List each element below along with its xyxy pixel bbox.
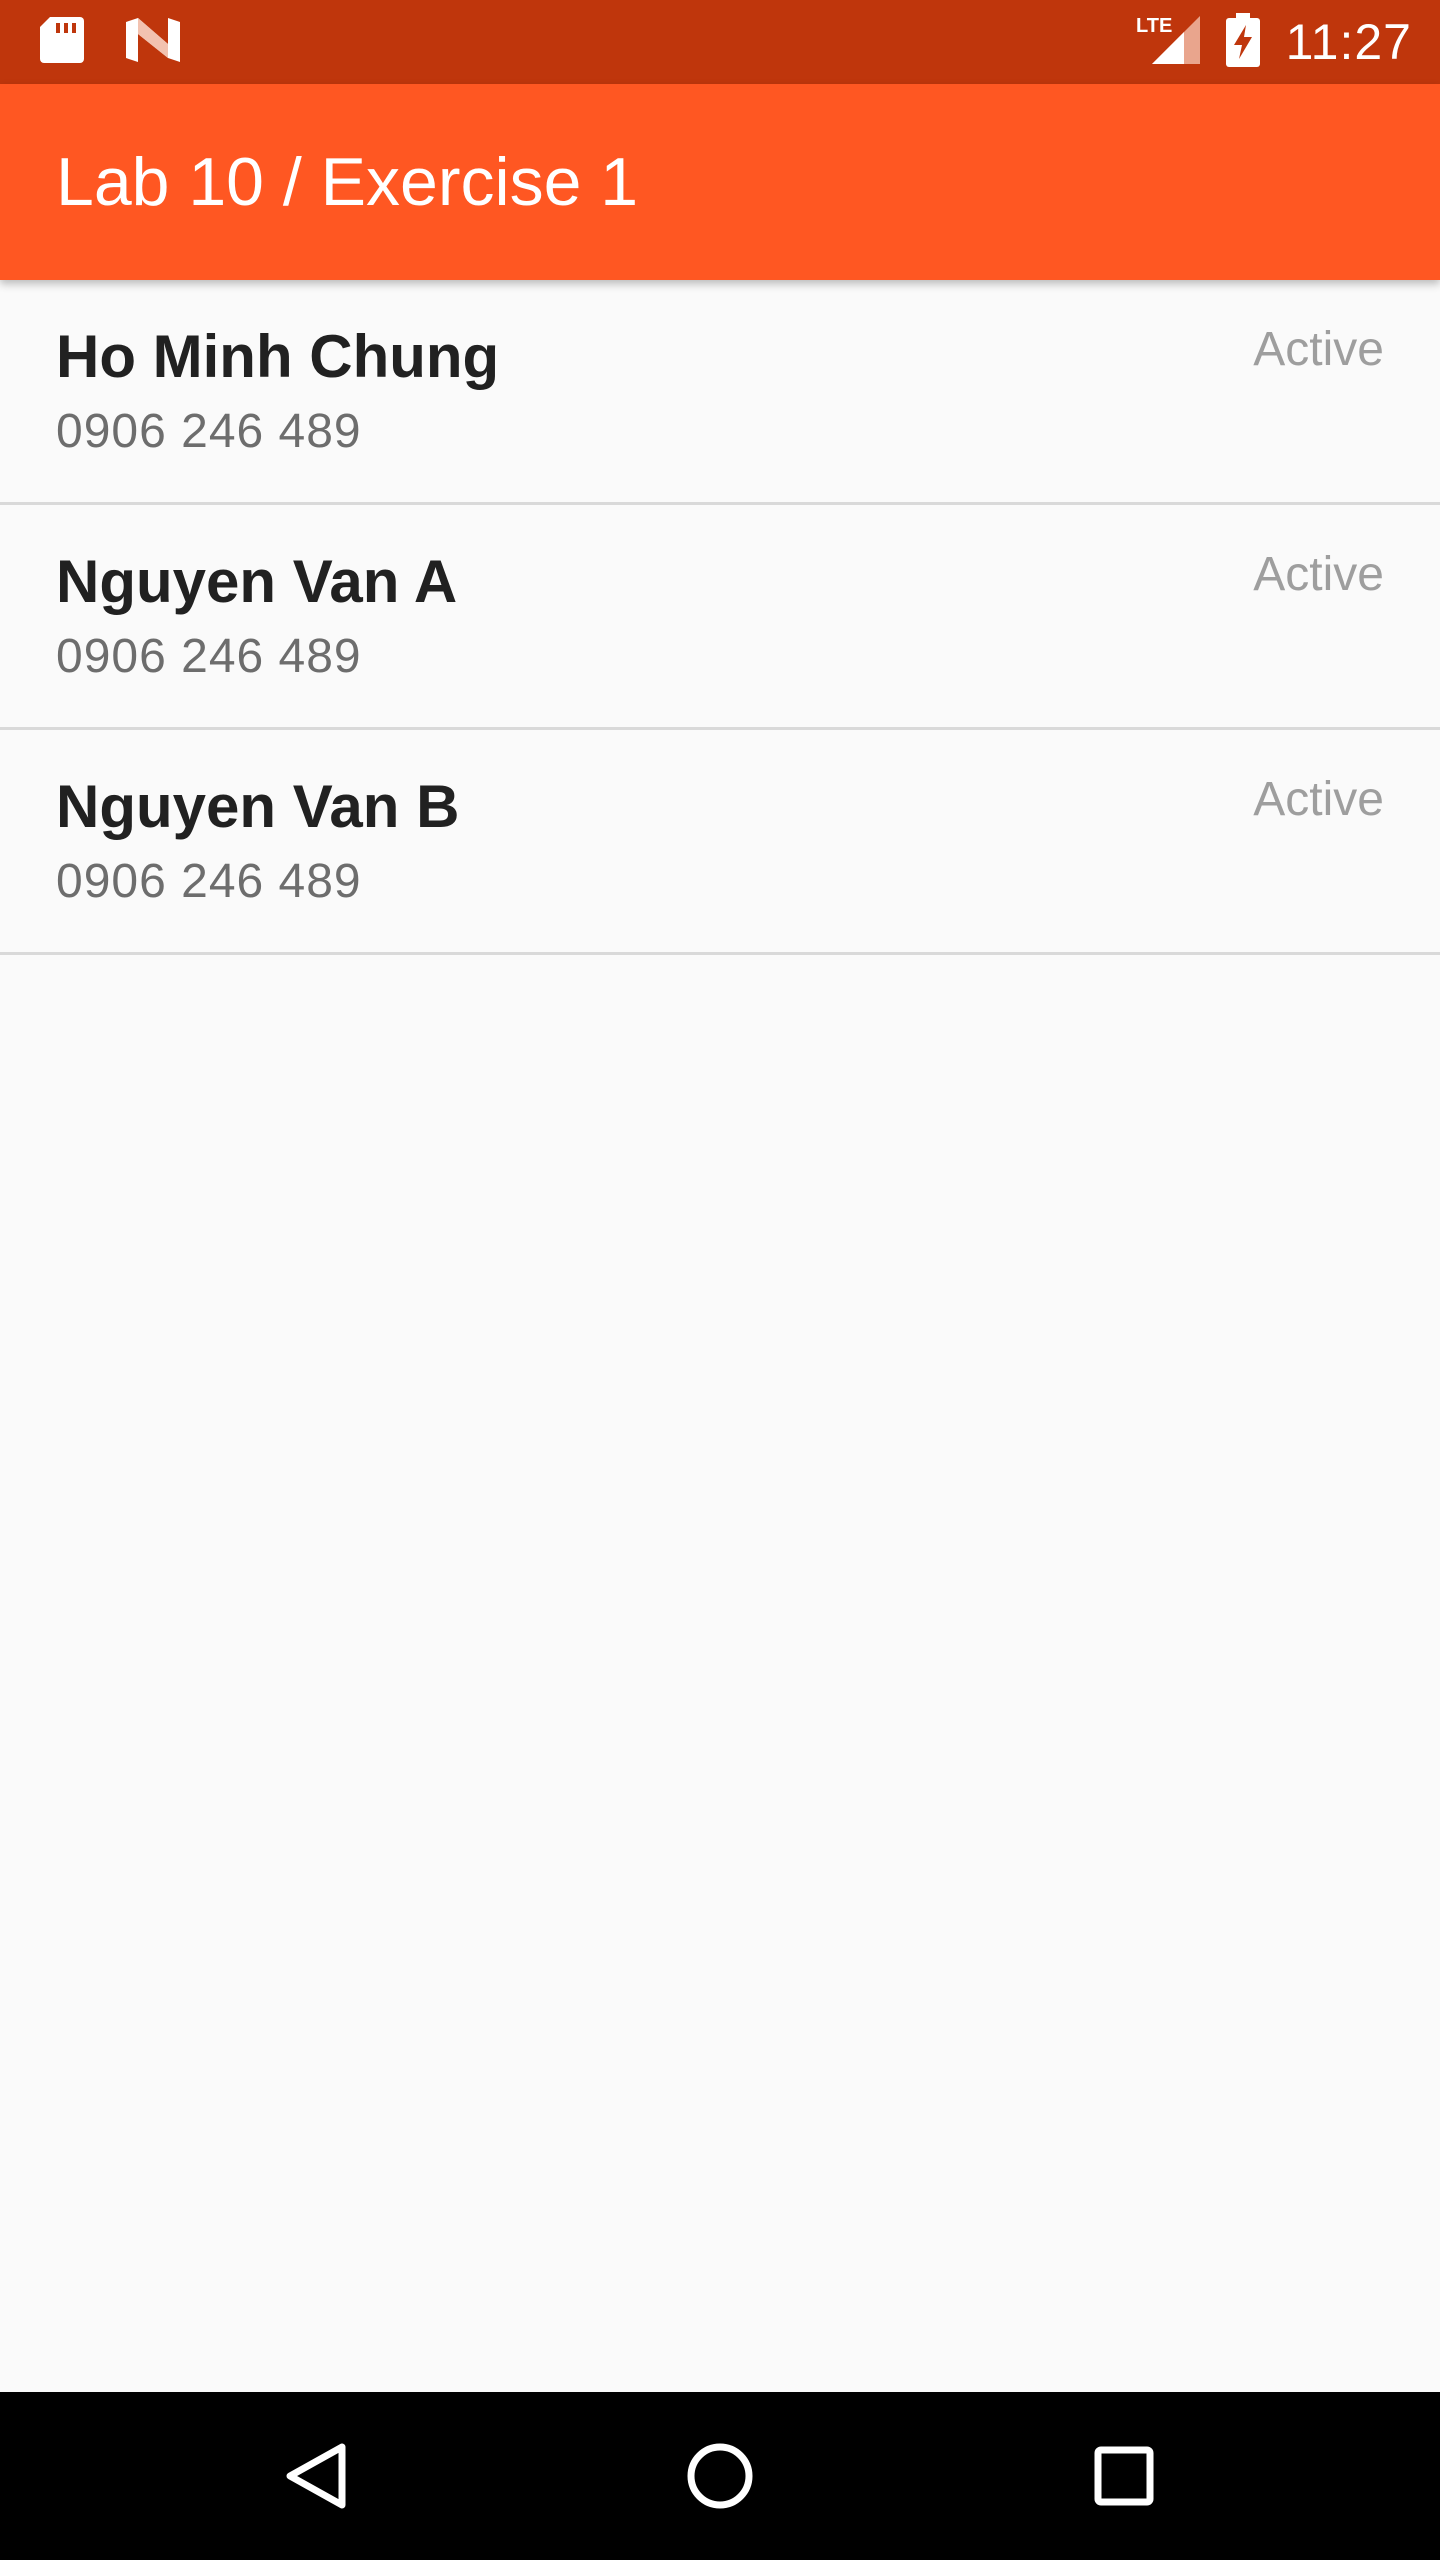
back-button[interactable] [266,2426,366,2526]
contact-phone: 0906 246 489 [56,630,362,683]
contact-status: Active [1253,548,1384,601]
status-left-icons [40,0,180,84]
list-item[interactable]: Nguyen Van A 0906 246 489 Active [0,505,1440,730]
navigation-bar [0,2392,1440,2560]
list-item[interactable]: Nguyen Van B 0906 246 489 Active [0,730,1440,955]
home-button[interactable] [670,2426,770,2526]
contact-name: Ho Minh Chung [56,323,500,390]
contact-name: Nguyen Van B [56,773,460,840]
contact-phone: 0906 246 489 [56,405,362,458]
app-title: Lab 10 / Exercise 1 [56,144,639,220]
sd-card-icon [40,15,84,70]
recent-apps-icon [1094,2446,1154,2506]
contact-phone: 0906 246 489 [56,855,362,908]
home-icon [687,2443,753,2509]
status-bar: LTE 11:27 [0,0,1440,84]
list-item[interactable]: Ho Minh Chung 0906 246 489 Active [0,280,1440,505]
n-notification-icon [126,17,180,67]
lte-signal-icon: LTE [1136,14,1200,71]
status-time: 11:27 [1285,14,1412,70]
contact-status: Active [1253,323,1384,376]
svg-text:LTE: LTE [1136,15,1172,37]
recent-apps-button[interactable] [1074,2426,1174,2526]
contact-status: Active [1253,773,1384,826]
contact-list: Ho Minh Chung 0906 246 489 Active Nguyen… [0,280,1440,955]
back-icon [286,2443,346,2509]
app-bar: Lab 10 / Exercise 1 [0,84,1440,280]
status-right-icons: LTE 11:27 [1136,0,1412,84]
app-screen: LTE 11:27 Lab 10 / Exercise 1 Ho Minh Ch… [0,0,1440,2560]
contact-name: Nguyen Van A [56,548,458,615]
battery-charging-icon [1225,12,1260,72]
